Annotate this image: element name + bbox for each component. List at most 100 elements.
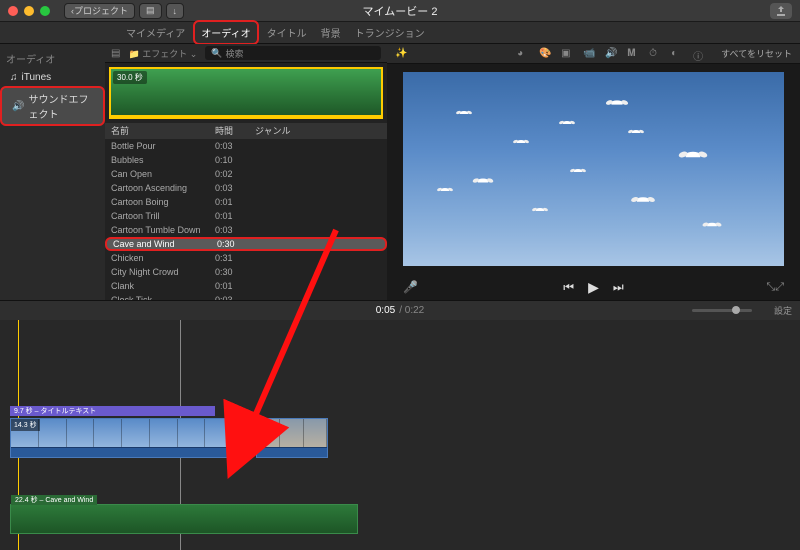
col-name[interactable]: 名前	[105, 124, 215, 137]
row-name: Chicken	[105, 253, 215, 263]
audio-sidebar: オーディオ ♫ iTunes 🔊 サウンドエフェクト	[0, 44, 105, 300]
search-input[interactable]: 🔍 検索	[205, 46, 381, 60]
preview-duration: 30.0 秒	[113, 71, 147, 84]
sidebar-item-sound-effects[interactable]: 🔊 サウンドエフェクト	[0, 86, 105, 126]
back-button[interactable]: ‹ プロジェクト	[64, 3, 135, 19]
list-item[interactable]: Bubbles0:10	[105, 153, 387, 167]
row-time: 0:02	[215, 169, 255, 179]
minimize-icon[interactable]	[24, 6, 34, 16]
video-clip-1[interactable]: 14.3 秒	[10, 418, 234, 458]
list-item[interactable]: Cartoon Ascending0:03	[105, 181, 387, 195]
share-button[interactable]	[770, 3, 792, 19]
row-time: 0:03	[215, 183, 255, 193]
row-time: 0:10	[215, 155, 255, 165]
row-name: Bottle Pour	[105, 141, 215, 151]
title-clip[interactable]: 9.7 秒 – タイトルテキスト	[10, 406, 215, 416]
speed-icon[interactable]: ⏱	[649, 48, 661, 60]
color-balance-icon[interactable]: ◕	[517, 48, 529, 60]
volume-icon[interactable]: 🔊	[605, 48, 617, 60]
magic-wand-icon[interactable]: ✨	[395, 48, 407, 60]
filter-dropdown[interactable]: 📁 エフェクト ⌄	[128, 47, 197, 60]
sidebar-header: オーディオ	[0, 48, 105, 69]
list-item[interactable]: City Night Crowd0:30	[105, 265, 387, 279]
row-time: 0:01	[215, 281, 255, 291]
music-icon: ♫	[10, 72, 18, 83]
microphone-icon[interactable]: 🎤	[403, 280, 418, 294]
timeline-settings[interactable]: 設定	[774, 304, 792, 317]
fullscreen-icon[interactable]: ⤡⤢	[766, 281, 784, 294]
row-time: 0:30	[215, 267, 255, 277]
row-name: Cartoon Boing	[105, 197, 215, 207]
speaker-icon: 🔊	[12, 101, 24, 112]
video-preview[interactable]	[403, 72, 784, 266]
row-name: Cartoon Ascending	[105, 183, 215, 193]
window-title: マイムービー 2	[363, 3, 438, 19]
filter-icon[interactable]: ◐	[671, 48, 683, 60]
list-item[interactable]: Cartoon Boing0:01	[105, 195, 387, 209]
window-controls	[8, 6, 50, 16]
transition-button[interactable]: ⇆	[238, 430, 254, 446]
total-duration: / 0:22	[399, 305, 424, 316]
zoom-slider[interactable]	[692, 309, 752, 312]
color-correct-icon[interactable]: 🎨	[539, 48, 551, 60]
folder-icon: 📁	[128, 49, 139, 59]
maximize-icon[interactable]	[40, 6, 50, 16]
tab-audio[interactable]: オーディオ	[193, 20, 258, 45]
list-item[interactable]: Clank0:01	[105, 279, 387, 293]
waveform-preview[interactable]: 30.0 秒	[109, 67, 383, 119]
stabilize-icon[interactable]: 📹	[583, 48, 595, 60]
sidebar-item-itunes[interactable]: ♫ iTunes	[0, 69, 105, 86]
row-time: 0:30	[217, 239, 257, 249]
row-name: City Night Crowd	[105, 267, 215, 277]
row-name: Cartoon Trill	[105, 211, 215, 221]
audio-clip[interactable]: 22.4 秒 – Cave and Wind	[10, 504, 358, 534]
list-item[interactable]: Cartoon Tumble Down0:03	[105, 223, 387, 237]
list-item[interactable]: Clock Tick0:03	[105, 293, 387, 300]
list-item[interactable]: Cave and Wind0:30	[105, 237, 387, 251]
timeline-header: 0:05 / 0:22 設定	[0, 300, 800, 320]
list-item[interactable]: Can Open0:02	[105, 167, 387, 181]
crop-icon[interactable]: ▣	[561, 48, 573, 60]
title-clip-label: 9.7 秒 – タイトルテキスト	[14, 406, 96, 416]
media-browser: ▤ 📁 エフェクト ⌄ 🔍 検索 30.0 秒 名前 時間 ジャンル Bottl…	[105, 44, 387, 300]
row-name: Cartoon Tumble Down	[105, 225, 215, 235]
list-item[interactable]: Chicken0:31	[105, 251, 387, 265]
tab-my-media[interactable]: マイメディア	[120, 22, 191, 43]
viewer-toolbar: ✨ ◕ 🎨 ▣ 📹 🔊 𝚳 ⏱ ◐ ⓘ すべてをリセット	[387, 44, 800, 64]
list-icon[interactable]: ▤	[111, 48, 120, 59]
video-clip-1-label: 14.3 秒	[11, 419, 40, 431]
noise-icon[interactable]: 𝚳	[627, 48, 639, 60]
row-time: 0:03	[215, 225, 255, 235]
viewer: ✨ ◕ 🎨 ▣ 📹 🔊 𝚳 ⏱ ◐ ⓘ すべてをリセット	[387, 44, 800, 300]
sidebar-itunes-label: iTunes	[22, 72, 52, 83]
col-genre[interactable]: ジャンル	[255, 124, 291, 137]
back-label: プロジェクト	[74, 4, 128, 17]
tab-transitions[interactable]: トランジション	[349, 22, 431, 43]
search-placeholder: 検索	[225, 47, 243, 60]
next-button[interactable]: ⏭	[613, 280, 624, 295]
list-view-button[interactable]: ▤	[139, 3, 162, 19]
info-icon[interactable]: ⓘ	[693, 48, 705, 60]
import-button[interactable]: ↓	[166, 3, 185, 19]
reset-button[interactable]: すべてをリセット	[721, 47, 792, 60]
row-time: 0:03	[215, 141, 255, 151]
play-button[interactable]: ▶	[588, 279, 599, 296]
row-name: Clank	[105, 281, 215, 291]
playback-controls: 🎤 ⏮ ▶ ⏭ ⤡⤢	[387, 274, 800, 300]
video-clip-2[interactable]	[256, 418, 328, 458]
tab-backgrounds[interactable]: 背景	[315, 22, 347, 43]
current-time: 0:05	[376, 305, 395, 316]
sidebar-sfx-label: サウンドエフェクト	[28, 91, 97, 121]
sound-list: Bottle Pour0:03Bubbles0:10Can Open0:02Ca…	[105, 139, 387, 300]
col-time[interactable]: 時間	[215, 124, 255, 137]
row-time: 0:01	[215, 197, 255, 207]
audio-clip-label: 22.4 秒 – Cave and Wind	[11, 495, 97, 505]
close-icon[interactable]	[8, 6, 18, 16]
row-time: 0:01	[215, 211, 255, 221]
list-item[interactable]: Bottle Pour0:03	[105, 139, 387, 153]
row-name: Cave and Wind	[107, 239, 217, 249]
list-item[interactable]: Cartoon Trill0:01	[105, 209, 387, 223]
prev-button[interactable]: ⏮	[563, 280, 574, 295]
tab-titles[interactable]: タイトル	[261, 22, 313, 43]
timeline[interactable]: 9.7 秒 – タイトルテキスト 14.3 秒 ⇆ 22.4 秒 – Cave …	[0, 320, 800, 550]
